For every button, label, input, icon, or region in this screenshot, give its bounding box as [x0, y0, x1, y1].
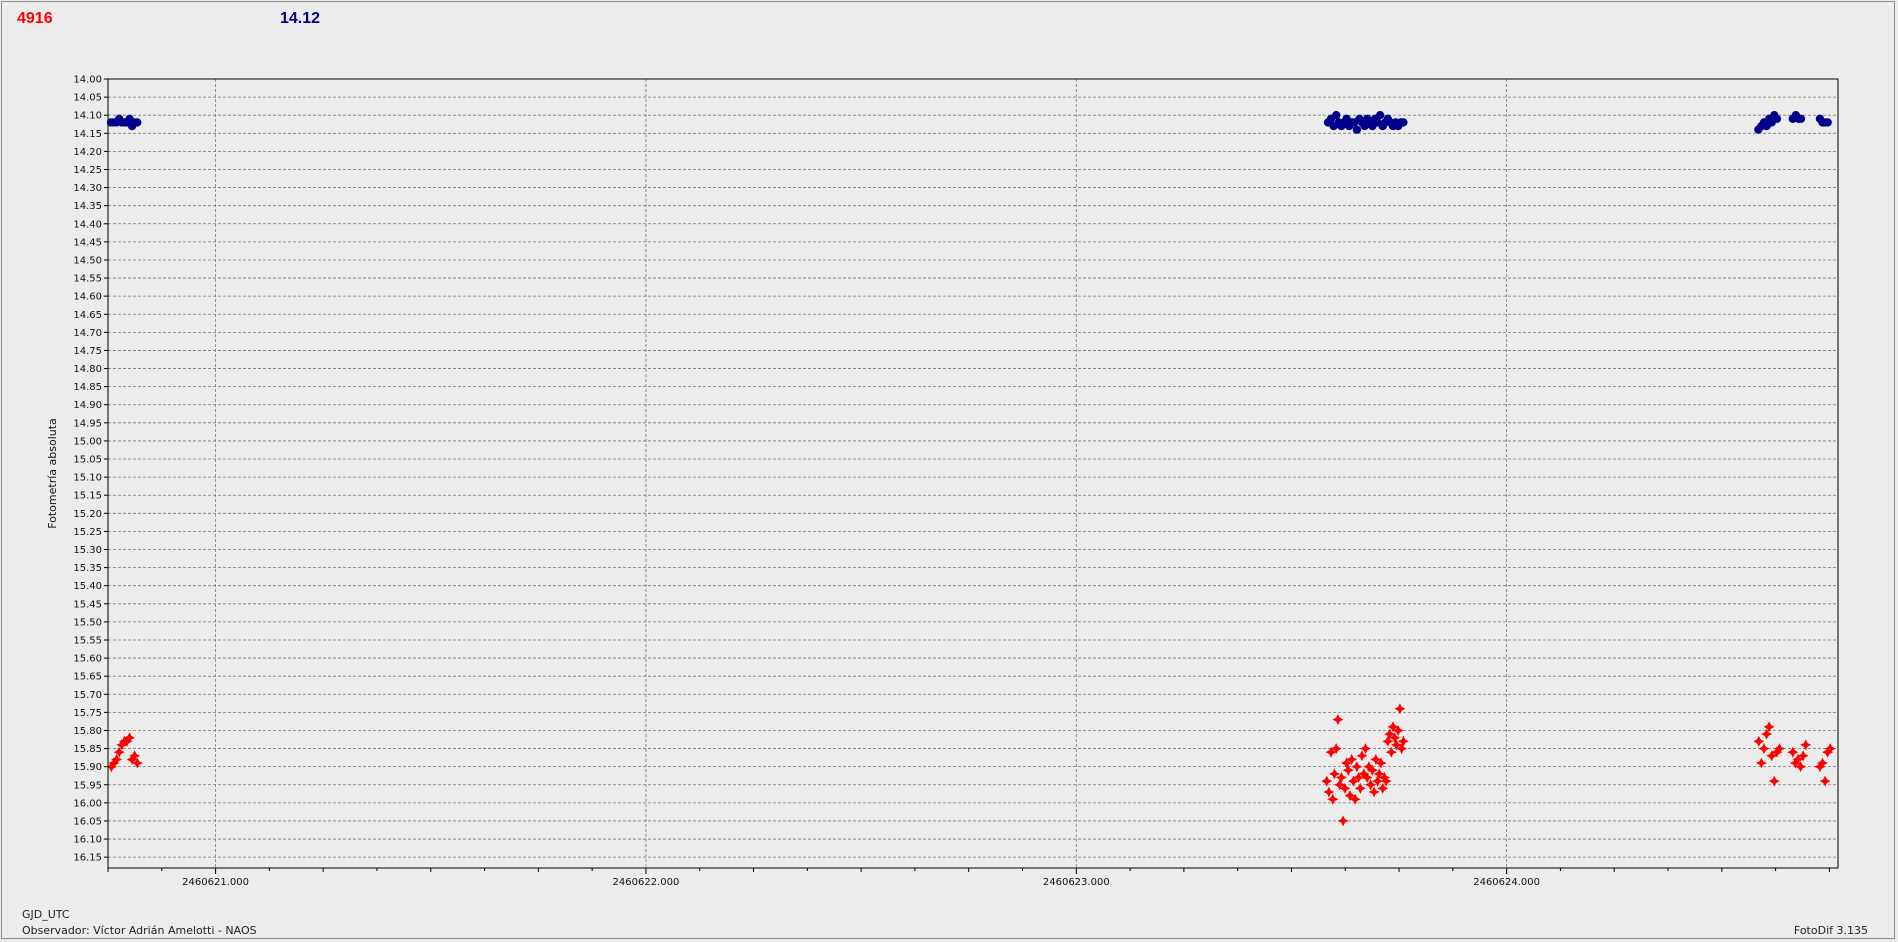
data-point: [1337, 815, 1349, 827]
x-axis-name: GJD_UTC: [22, 908, 70, 921]
y-tick-label: 15.35: [73, 563, 102, 574]
y-tick-label: 15.70: [73, 690, 102, 701]
y-tick-label: 15.90: [73, 762, 102, 773]
y-tick-label: 15.20: [73, 509, 102, 520]
data-point: [1823, 118, 1832, 127]
grid-layer: [108, 78, 1838, 868]
y-tick-label: 14.55: [73, 274, 102, 285]
y-tick-label: 14.30: [73, 183, 102, 194]
y-tick-label: 16.00: [73, 798, 102, 809]
y-axis-label: Fotometría absoluta: [46, 418, 59, 529]
y-tick-label: 14.10: [73, 111, 102, 122]
y-tick-label: 14.95: [73, 418, 102, 429]
y-tick-label: 14.90: [73, 400, 102, 411]
y-tick-label: 16.05: [73, 816, 102, 827]
data-point: [133, 118, 142, 127]
y-tick-label: 15.75: [73, 708, 102, 719]
y-tick-label: 15.80: [73, 726, 102, 737]
y-tick-label: 14.70: [73, 328, 102, 339]
software-version: FotoDif 3.135: [1793, 924, 1868, 937]
light-curve-chart: 14.00 14.05 14.10 14.15 14.20 14.25 14.30 14.35…: [46, 75, 1839, 888]
x-tick-label: 2460624.000: [1473, 877, 1540, 888]
data-point: [1332, 714, 1344, 726]
y-tick-label: 14.60: [73, 292, 102, 303]
data-series: [105, 110, 1836, 827]
y-tick-label: 15.25: [73, 527, 102, 538]
data-point: [1796, 114, 1806, 124]
y-tick-label: 15.00: [73, 436, 102, 447]
y-tick-label: 14.25: [73, 165, 102, 176]
y-axis: 14.00 14.05 14.10 14.15 14.20 14.25 14.30 14.35…: [73, 75, 108, 864]
y-tick-label: 15.30: [73, 545, 102, 556]
y-tick-label: 14.15: [73, 129, 102, 140]
y-tick-label: 15.10: [73, 473, 102, 484]
y-tick-label: 14.00: [73, 75, 102, 86]
y-tick-label: 15.15: [73, 491, 102, 502]
data-point: [1399, 118, 1408, 127]
y-tick-label: 14.80: [73, 364, 102, 375]
data-point: [1375, 110, 1385, 120]
data-point: [1332, 110, 1341, 120]
data-point: [1352, 125, 1362, 134]
data-point: [1758, 743, 1770, 755]
y-tick-label: 15.55: [73, 635, 102, 646]
x-tick-label: 2460622.000: [613, 877, 680, 888]
y-tick-label: 16.10: [73, 835, 102, 846]
y-tick-label: 15.60: [73, 654, 102, 665]
y-tick-label: 15.85: [73, 744, 102, 755]
y-tick-label: 14.85: [73, 382, 102, 393]
y-tick-label: 15.05: [73, 455, 102, 466]
series-1: [105, 703, 1836, 827]
series-0: [106, 110, 1832, 134]
y-tick-label: 15.65: [73, 672, 102, 683]
y-tick-label: 16.15: [73, 853, 102, 864]
y-tick-label: 14.40: [73, 219, 102, 230]
y-tick-label: 14.20: [73, 147, 102, 158]
y-tick-label: 14.65: [73, 310, 102, 321]
y-tick-label: 14.75: [73, 346, 102, 357]
y-tick-label: 14.45: [73, 237, 102, 248]
y-tick-label: 14.35: [73, 201, 102, 212]
y-tick-label: 15.40: [73, 581, 102, 592]
y-tick-label: 14.05: [73, 93, 102, 104]
x-tick-label: 2460623.000: [1043, 877, 1110, 888]
x-axis: 2460621.000 2460622.000 2460623.000 2460624…: [107, 868, 1830, 888]
y-tick-label: 15.50: [73, 617, 102, 628]
data-point: [1772, 114, 1782, 124]
data-point: [1753, 735, 1765, 747]
y-tick-label: 15.45: [73, 599, 102, 610]
x-tick-label: 2460621.000: [182, 877, 249, 888]
observer-credit: Observador: Víctor Adrián Amelotti - NAO…: [22, 924, 257, 937]
plot-area-border: [107, 78, 1839, 869]
y-tick-label: 15.95: [73, 780, 102, 791]
y-tick-label: 14.50: [73, 255, 102, 266]
